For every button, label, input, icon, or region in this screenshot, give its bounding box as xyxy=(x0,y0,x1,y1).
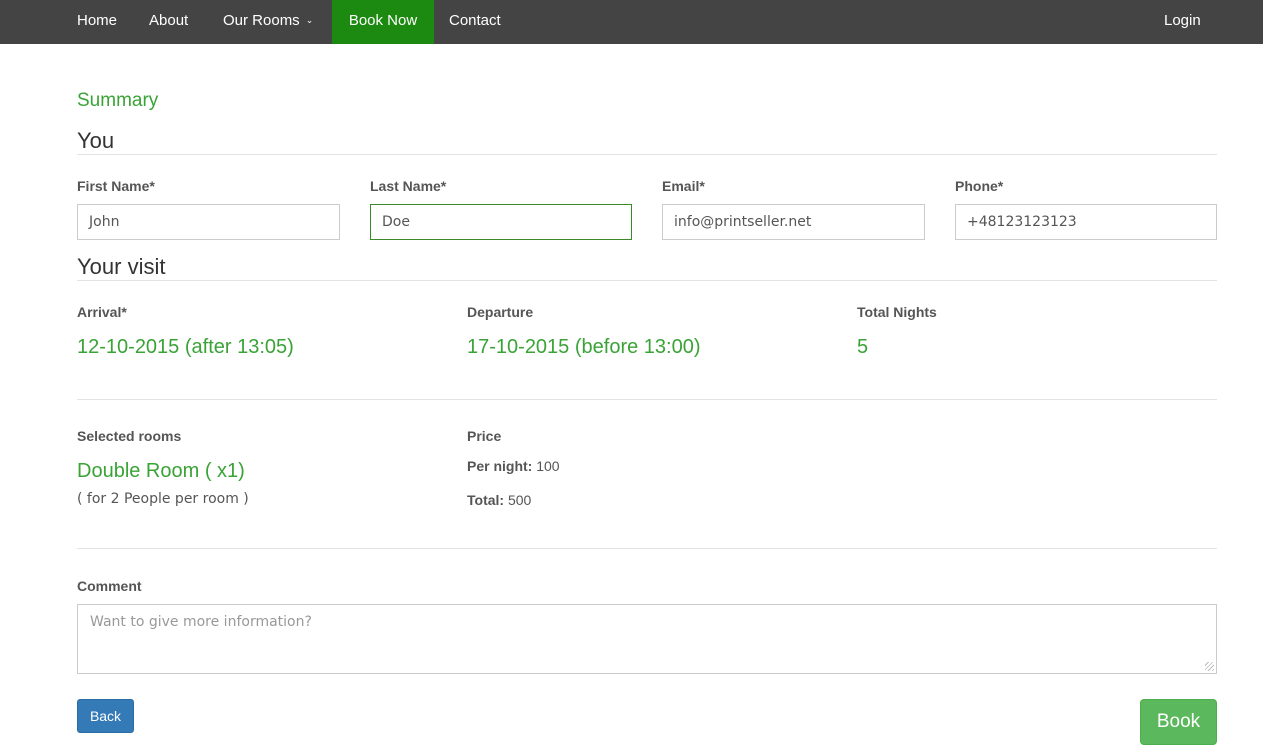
last-name-field[interactable]: Doe xyxy=(370,204,632,240)
nav-our-rooms[interactable]: Our Rooms ⌄ xyxy=(223,0,313,44)
last-name-label: Last Name* xyxy=(370,178,447,194)
room-name: Double Room ( x1) xyxy=(77,460,245,482)
arrival-value: 12-10-2015 (after 13:05) xyxy=(77,336,294,358)
per-night-value: 100 xyxy=(536,458,560,474)
nav-home[interactable]: Home xyxy=(77,0,117,44)
divider xyxy=(77,548,1217,549)
first-name-label: First Name* xyxy=(77,178,155,194)
departure-value: 17-10-2015 (before 13:00) xyxy=(467,336,701,358)
total-nights-value: 5 xyxy=(857,336,869,358)
divider xyxy=(77,399,1217,400)
chevron-down-icon: ⌄ xyxy=(305,15,314,25)
book-button[interactable]: Book xyxy=(1140,699,1217,745)
email-field[interactable]: info@printseller.net xyxy=(662,204,925,240)
nav-our-rooms-label: Our Rooms xyxy=(223,12,300,29)
visit-heading: Your visit xyxy=(77,254,166,279)
total-line: Total: 500 xyxy=(467,492,531,508)
phone-field[interactable]: +48123123123 xyxy=(955,204,1217,240)
per-night-label: Per night: xyxy=(467,458,533,474)
total-value: 500 xyxy=(507,492,532,508)
nav-book-now[interactable]: Book Now xyxy=(332,0,434,44)
top-navbar: Home About Our Rooms ⌄ Book Now Contact L… xyxy=(0,0,1263,44)
comment-label: Comment xyxy=(77,578,142,594)
first-name-field[interactable]: John xyxy=(77,204,340,240)
total-nights-label: Total Nights xyxy=(857,304,937,320)
back-button[interactable]: Back xyxy=(77,699,134,733)
nav-about[interactable]: About xyxy=(149,0,188,44)
nav-login[interactable]: Login xyxy=(1164,0,1201,44)
room-detail: ( for 2 People per room ) xyxy=(77,491,249,507)
phone-label: Phone* xyxy=(955,178,1004,194)
email-label: Email* xyxy=(662,178,705,194)
divider xyxy=(77,154,1217,155)
resize-grip-icon[interactable] xyxy=(1205,662,1214,671)
divider xyxy=(77,280,1217,281)
comment-textarea[interactable]: Want to give more information? xyxy=(77,604,1217,674)
selected-rooms-label: Selected rooms xyxy=(77,428,182,444)
arrival-label: Arrival* xyxy=(77,304,127,320)
price-label: Price xyxy=(467,428,502,444)
total-label: Total: xyxy=(467,492,505,508)
nav-contact[interactable]: Contact xyxy=(449,0,501,44)
comment-placeholder: Want to give more information? xyxy=(90,614,312,630)
summary-title: Summary xyxy=(77,90,159,111)
you-heading: You xyxy=(77,128,115,153)
departure-label: Departure xyxy=(467,304,534,320)
per-night-line: Per night: 100 xyxy=(467,458,560,474)
